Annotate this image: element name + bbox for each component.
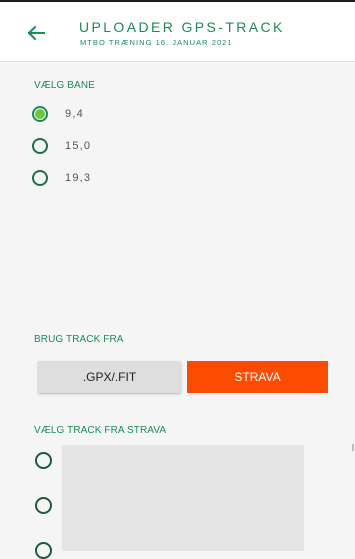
gpx-fit-button[interactable]: .GPX/.FIT — [38, 361, 181, 393]
arrow-left-icon — [27, 25, 45, 41]
radio-unselected-icon — [32, 170, 48, 186]
course-option-label: 15,0 — [65, 140, 92, 152]
scroll-indicator — [352, 444, 354, 451]
back-button[interactable] — [22, 19, 50, 47]
radio-unselected-icon — [32, 138, 48, 154]
course-option-2[interactable]: 15,0 — [32, 135, 91, 157]
strava-button[interactable]: STRAVA — [187, 361, 328, 393]
page-title: UPLOADER GPS-TRACK — [79, 19, 285, 35]
course-option-1[interactable]: 9,4 — [32, 103, 84, 125]
radio-selected-icon — [32, 106, 48, 122]
course-option-3[interactable]: 19,3 — [32, 167, 91, 189]
app-bar: UPLOADER GPS-TRACK MTBO TRÆNING 16. JANU… — [0, 2, 355, 62]
strava-track-option-2[interactable] — [35, 497, 52, 514]
page-subtitle: MTBO TRÆNING 16. JANUAR 2021 — [80, 38, 233, 47]
radio-unselected-icon — [35, 452, 52, 469]
course-option-label: 19,3 — [65, 172, 92, 184]
course-option-label: 9,4 — [65, 108, 84, 120]
strava-track-option-1[interactable] — [35, 452, 52, 469]
radio-unselected-icon — [35, 497, 52, 514]
strava-track-list-placeholder — [62, 445, 304, 551]
course-section-label: VÆLG BANE — [34, 80, 95, 91]
track-source-label: BRUG TRACK FRA — [34, 334, 124, 345]
strava-tracks-label: VÆLG TRACK FRA STRAVA — [34, 425, 167, 436]
